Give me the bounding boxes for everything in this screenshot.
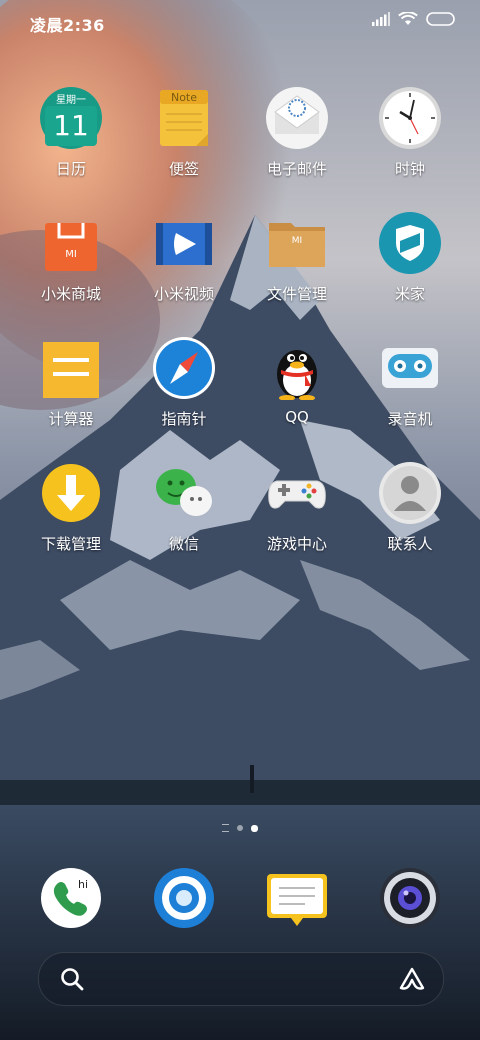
app-label: 游戏中心: [266, 535, 327, 553]
mi-video-icon: [156, 223, 212, 265]
app-label: 录音机: [387, 410, 433, 428]
phone-badge: hi: [78, 878, 88, 891]
email-icon: [266, 87, 328, 149]
app-label: QQ: [285, 408, 309, 426]
notes-icon: Note: [160, 90, 208, 146]
contacts-icon: [379, 462, 441, 524]
status-bar: 凌晨2:36: [0, 0, 480, 44]
mi-store-icon: MI: [45, 223, 97, 271]
wechat-icon: [156, 469, 212, 516]
search-icon[interactable]: [59, 966, 85, 992]
search-bar[interactable]: [38, 952, 444, 1006]
mijia-icon: [379, 212, 441, 274]
app-mi-store[interactable]: MI 小米商城: [13, 205, 129, 315]
app-label: 小米商城: [40, 285, 101, 303]
app-wechat[interactable]: 微信: [126, 455, 242, 565]
app-email[interactable]: 电子邮件: [239, 80, 355, 190]
app-recorder[interactable]: 录音机: [352, 330, 468, 440]
app-mijia[interactable]: 米家: [352, 205, 468, 315]
app-file-manager[interactable]: MI 文件管理: [239, 205, 355, 315]
wifi-icon: [398, 12, 418, 25]
status-time: 凌晨2:36: [30, 16, 105, 35]
file-manager-icon: MI: [269, 223, 325, 267]
notes-title: Note: [171, 91, 197, 104]
recorder-icon: [382, 348, 438, 388]
dock-camera[interactable]: [352, 860, 468, 930]
signal-icon: [372, 12, 390, 26]
app-label: 电子邮件: [266, 160, 327, 178]
app-label: 下载管理: [40, 535, 101, 553]
app-qq[interactable]: QQ: [239, 330, 355, 440]
app-compass[interactable]: 指南针: [126, 330, 242, 440]
app-downloads[interactable]: 下载管理: [13, 455, 129, 565]
page-indicator: [0, 824, 480, 832]
app-clock[interactable]: 时钟: [352, 80, 468, 190]
app-contacts[interactable]: 联系人: [352, 455, 468, 565]
dock-messages[interactable]: [239, 860, 355, 930]
phone-icon: hi: [41, 868, 101, 928]
calculator-icon: [43, 342, 99, 398]
clock-icon: [379, 87, 441, 149]
calendar-weekday: 星期一: [56, 94, 86, 106]
battery-icon: [426, 12, 455, 26]
mi-store-badge: MI: [65, 249, 77, 260]
qq-penguin-icon: [277, 350, 317, 400]
status-icons: [372, 12, 456, 26]
app-notes[interactable]: Note 便签: [126, 80, 242, 190]
calendar-icon: 星期一 11: [40, 87, 102, 149]
page-indicator-minus-one[interactable]: [222, 824, 229, 832]
app-label: 指南针: [161, 410, 207, 428]
app-game-center[interactable]: 游戏中心: [239, 455, 355, 565]
gamepad-icon: [268, 480, 326, 509]
app-label: 小米视频: [153, 285, 214, 303]
app-label: 时钟: [394, 160, 425, 178]
app-label: 文件管理: [266, 285, 327, 303]
app-label: 米家: [394, 285, 425, 303]
calendar-day: 11: [53, 109, 89, 142]
file-manager-badge: MI: [292, 236, 302, 246]
dock-browser[interactable]: [126, 860, 242, 930]
messages-icon: [267, 874, 327, 926]
page-indicator-dot-active[interactable]: [251, 824, 258, 832]
browser-icon: [154, 868, 214, 928]
download-icon: [42, 464, 100, 522]
app-label: 微信: [168, 535, 199, 553]
voice-assistant-icon[interactable]: [397, 964, 427, 994]
app-label: 日历: [55, 160, 86, 178]
compass-icon: [153, 337, 215, 399]
app-label: 计算器: [48, 410, 94, 428]
camera-icon: [380, 868, 440, 928]
app-label: 便签: [168, 160, 199, 178]
app-calculator[interactable]: 计算器: [13, 330, 129, 440]
dock-phone[interactable]: hi: [13, 860, 129, 930]
page-indicator-dot[interactable]: [237, 825, 243, 831]
dock: hi: [0, 860, 480, 930]
app-mi-video[interactable]: 小米视频: [126, 205, 242, 315]
app-calendar[interactable]: 星期一 11 日历: [13, 80, 129, 190]
app-label: 联系人: [387, 535, 433, 553]
